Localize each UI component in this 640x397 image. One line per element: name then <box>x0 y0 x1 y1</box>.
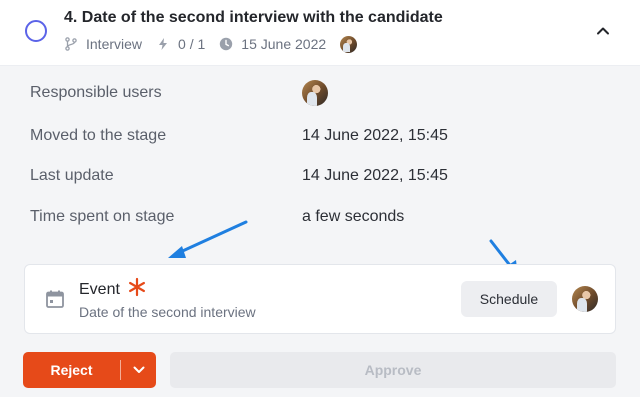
progress-text: 0 / 1 <box>178 36 206 52</box>
event-title: Event <box>79 281 120 298</box>
event-subtitle: Date of the second interview <box>79 304 256 320</box>
progress-meta: 0 / 1 <box>156 36 205 52</box>
calendar-icon <box>46 290 64 308</box>
avatar <box>340 35 358 53</box>
approve-button[interactable]: Approve <box>170 352 616 388</box>
stage-meta: Interview 0 / 1 15 June 2022 <box>64 35 358 53</box>
clock-icon <box>219 37 233 51</box>
reject-split-button: Reject <box>23 352 156 388</box>
last-update-label: Last update <box>30 167 114 184</box>
event-card[interactable]: Event Date of the second interview Sched… <box>24 264 616 334</box>
stage-title: 4. Date of the second interview with the… <box>64 9 443 26</box>
chevron-up-icon <box>597 27 609 35</box>
moved-to-stage-value: 14 June 2022, 15:45 <box>302 127 448 144</box>
time-spent-value: a few seconds <box>302 208 405 225</box>
arrow-to-event-card <box>168 220 248 258</box>
stage-type-text: Interview <box>86 36 143 52</box>
event-assignee-avatar[interactable] <box>572 286 598 312</box>
stage-header[interactable]: 4. Date of the second interview with the… <box>0 0 640 66</box>
branch-icon <box>64 37 78 51</box>
last-update-value: 14 June 2022, 15:45 <box>302 167 448 184</box>
responsible-user-avatar[interactable] <box>302 80 328 106</box>
collapse-button[interactable] <box>592 20 614 42</box>
time-spent-label: Time spent on stage <box>30 208 175 225</box>
stage-type-meta: Interview <box>64 36 142 52</box>
reject-options-button[interactable] <box>121 352 156 388</box>
asterisk-icon <box>128 277 145 297</box>
moved-to-stage-label: Moved to the stage <box>30 127 167 144</box>
status-circle-icon <box>25 20 47 42</box>
chevron-down-icon <box>133 366 144 373</box>
lightning-icon <box>156 37 170 51</box>
reject-button[interactable]: Reject <box>23 352 120 388</box>
schedule-button[interactable]: Schedule <box>461 281 557 317</box>
date-text: 15 June 2022 <box>241 36 327 52</box>
responsible-users-label: Responsible users <box>30 84 162 101</box>
date-meta: 15 June 2022 <box>219 36 326 52</box>
